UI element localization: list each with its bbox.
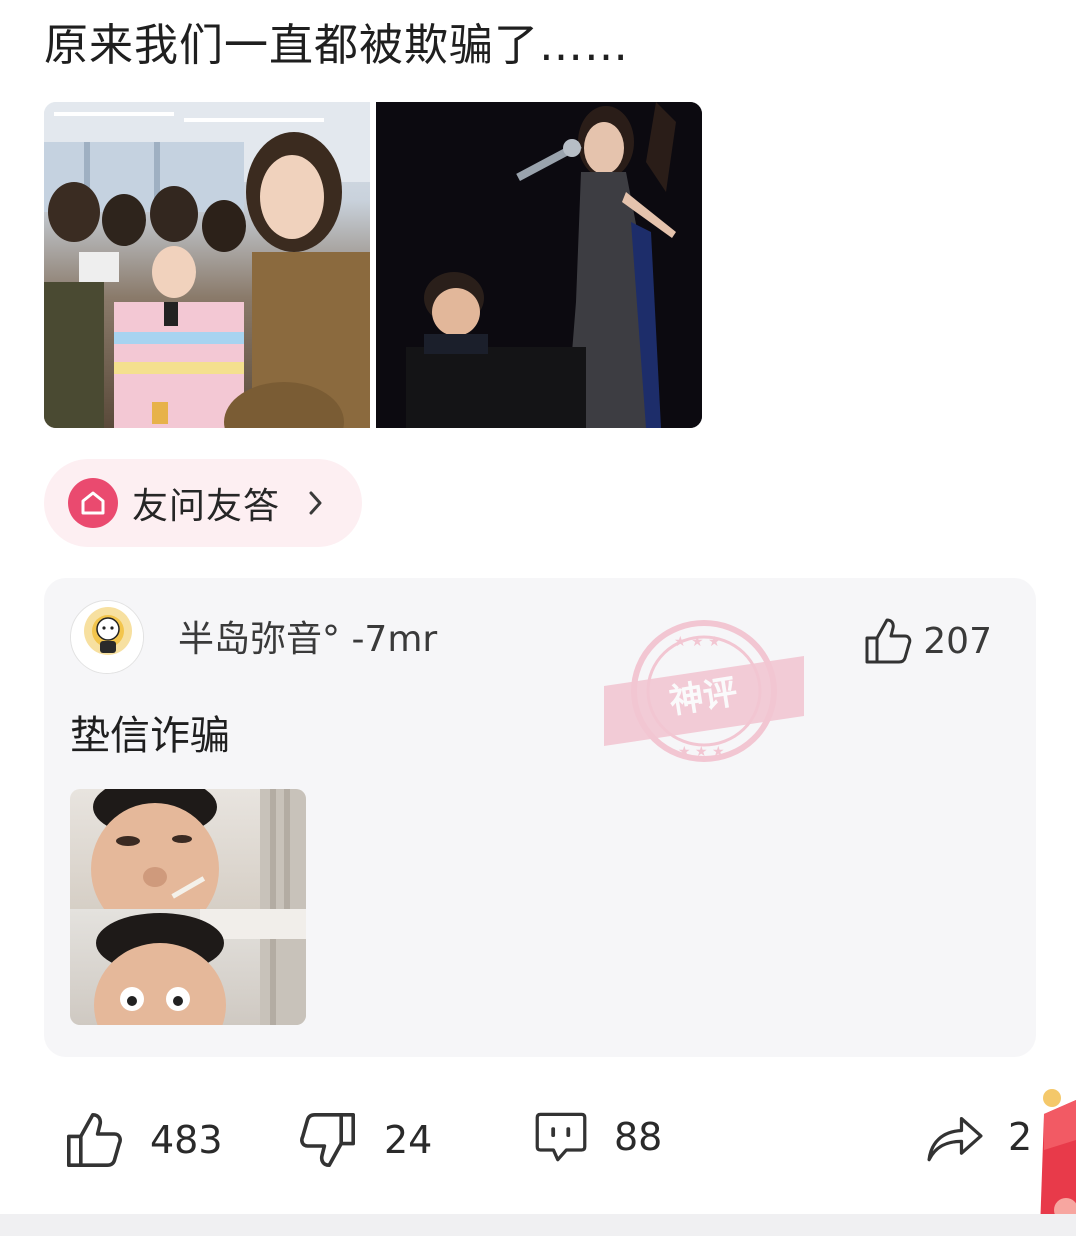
comment-image[interactable]: [70, 789, 306, 1025]
post-dislike-count: 24: [384, 1118, 433, 1162]
qa-house-icon: [68, 478, 118, 528]
post-like-button[interactable]: 483: [64, 1110, 223, 1170]
post-share-count: 2: [1008, 1115, 1033, 1159]
chevron-right-icon: [308, 490, 324, 516]
section-divider: [0, 1214, 1076, 1236]
post-image-2[interactable]: [376, 102, 702, 428]
qa-label: 友问友答: [132, 486, 281, 527]
concert-photo: [376, 102, 702, 428]
thumbs-down-icon: [300, 1113, 355, 1167]
avatar-image: [71, 601, 143, 673]
commenter-avatar[interactable]: [70, 600, 144, 674]
comment-image-bottom: [70, 909, 306, 1025]
comment-like-button[interactable]: 207: [863, 616, 992, 666]
post-action-bar: 483 24 88 2: [0, 1100, 1076, 1190]
post-image-gallery: [44, 102, 702, 428]
crowd-photo: [44, 102, 370, 428]
post-like-count: 483: [150, 1118, 223, 1162]
thumbs-up-icon: [67, 1113, 122, 1167]
commenter-username[interactable]: 半岛弥音° -7mr: [178, 618, 437, 662]
post-comment-count: 88: [614, 1115, 663, 1159]
post-title: 原来我们一直都被欺骗了……: [44, 20, 629, 71]
comment-text: 垫信诈骗: [70, 713, 230, 759]
post-dislike-button[interactable]: 24: [298, 1110, 432, 1170]
top-comment-card[interactable]: 半岛弥音° -7mr 神评 ★ ★ ★ ★ ★ ★ 207 垫信诈骗: [44, 578, 1036, 1057]
comment-bubble-icon: [535, 1112, 587, 1162]
comment-image-top: [70, 789, 306, 935]
red-packet-float-icon[interactable]: [1030, 1080, 1076, 1230]
post-image-1[interactable]: [44, 102, 370, 428]
thumbs-up-icon: [865, 618, 912, 664]
comment-like-count: 207: [923, 620, 992, 662]
post-share-button[interactable]: 2: [924, 1110, 1032, 1164]
top-comment-stamp: 神评 ★ ★ ★ ★ ★ ★: [604, 620, 804, 762]
svg-text:★ ★ ★: ★ ★ ★: [674, 634, 721, 650]
svg-text:★ ★ ★: ★ ★ ★: [678, 744, 725, 760]
post-comment-button[interactable]: 88: [534, 1110, 662, 1164]
share-arrow-icon: [927, 1117, 983, 1162]
qa-entry-chip[interactable]: 友问友答: [44, 459, 362, 547]
